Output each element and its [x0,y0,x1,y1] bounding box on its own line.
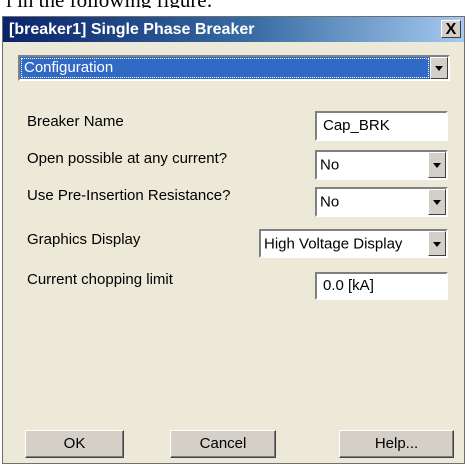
title-bar[interactable]: [breaker1] Single Phase Breaker X [3,17,464,42]
pre-insertion-label: Use Pre-Insertion Resistance? [27,187,231,204]
window-title: [breaker1] Single Phase Breaker [9,21,255,38]
section-dropdown[interactable]: Configuration [18,55,450,81]
ok-button[interactable]: OK [25,430,124,458]
pre-insertion-select[interactable]: No [315,187,448,217]
graphics-display-value: High Voltage Display [264,235,403,252]
document-caption-fragment: l in the following figure: [0,0,467,8]
breaker-dialog: [breaker1] Single Phase Breaker X Config… [2,16,465,464]
graphics-display-label: Graphics Display [27,231,141,248]
open-possible-select[interactable]: No [315,150,448,180]
current-chopping-field[interactable]: 0.0 [kA] [315,272,448,300]
chevron-down-icon[interactable] [428,152,446,178]
current-chopping-label: Current chopping limit [27,271,173,288]
chevron-down-icon[interactable] [428,231,446,256]
chevron-down-icon[interactable] [428,189,446,215]
chevron-down-icon[interactable] [430,57,448,79]
open-possible-value: No [320,156,340,174]
graphics-display-select[interactable]: High Voltage Display [259,229,448,258]
open-possible-label: Open possible at any current? [27,150,228,167]
cancel-button[interactable]: Cancel [170,430,276,458]
help-button[interactable]: Help... [339,430,454,458]
close-button[interactable]: X [441,20,461,38]
pre-insertion-value: No [320,193,340,211]
section-dropdown-value: Configuration [20,57,430,79]
breaker-name-label: Breaker Name [27,113,124,130]
breaker-name-field[interactable]: Cap_BRK [315,111,448,141]
